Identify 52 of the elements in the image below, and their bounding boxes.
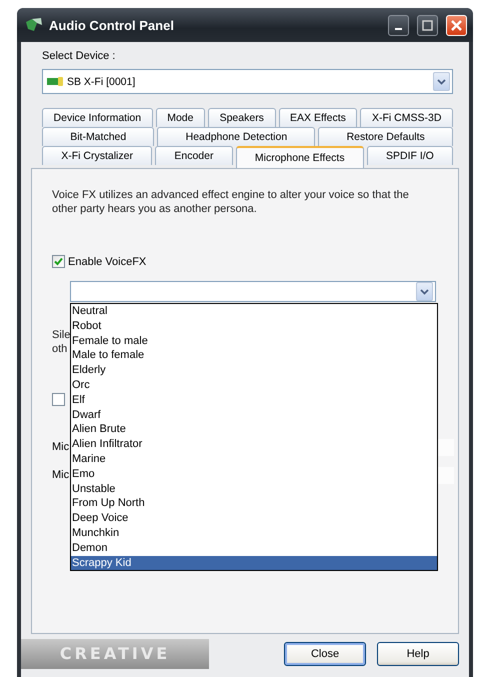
list-option[interactable]: Robot: [71, 318, 437, 334]
close-button[interactable]: [446, 14, 467, 36]
dialog-button[interactable]: Close: [284, 642, 366, 666]
list-option[interactable]: Demon: [71, 540, 437, 556]
list-option[interactable]: Elderly: [71, 363, 437, 378]
list-option[interactable]: Orc: [71, 378, 437, 393]
list-option[interactable]: Unstable: [71, 482, 437, 496]
list-option[interactable]: Deep Voice: [71, 511, 437, 526]
tab[interactable]: Restore Defaults: [318, 127, 453, 146]
label-text: Mic: [52, 469, 70, 481]
tab[interactable]: Encoder: [155, 146, 233, 165]
list-option[interactable]: Scrappy Kid: [71, 556, 437, 570]
list-option[interactable]: Munchkin: [71, 526, 437, 541]
minimize-button[interactable]: [388, 14, 409, 36]
list-option[interactable]: Alien Infiltrator: [71, 437, 437, 452]
list-option[interactable]: Neutral: [71, 304, 437, 319]
brand-logo: CREATIVE: [21, 638, 209, 668]
tab[interactable]: Microphone Effects: [236, 146, 364, 168]
tab[interactable]: Speakers: [208, 108, 276, 127]
tab[interactable]: Mode: [156, 108, 206, 127]
checkbox[interactable]: [52, 255, 65, 268]
checkbox-label: Enable VoiceFX: [68, 256, 146, 268]
label-text: Sile: [52, 328, 70, 342]
tab[interactable]: Device Information: [42, 108, 153, 127]
label-text: oth: [52, 342, 68, 356]
field-label: Select Device :: [41, 50, 116, 62]
tab[interactable]: X-Fi CMSS-3D: [360, 108, 453, 127]
tab[interactable]: Bit-Matched: [42, 127, 154, 146]
tab[interactable]: Headphone Detection: [157, 127, 316, 146]
label-text: Mic: [52, 441, 70, 453]
checkbox[interactable]: [52, 393, 65, 406]
list-option[interactable]: Elf: [71, 392, 437, 408]
sound-card-icon: [47, 76, 63, 86]
description-text: Voice FX utilizes an advanced effect engine to alter your voice so that the other party hears you as another persona.: [52, 189, 410, 216]
tab[interactable]: SPDIF I/O: [366, 146, 454, 165]
device-dropdown[interactable]: SB X-Fi [0001]: [42, 69, 453, 94]
minimize-icon: [395, 28, 402, 30]
list-option[interactable]: From Up North: [71, 496, 437, 512]
tab[interactable]: X-Fi Crystalizer: [42, 146, 152, 165]
list-option[interactable]: Emo: [71, 466, 437, 482]
tab[interactable]: EAX Effects: [278, 108, 358, 127]
maximize-icon: [422, 20, 433, 30]
list-option[interactable]: Male to female: [71, 348, 437, 364]
list-option[interactable]: Marine: [71, 452, 437, 467]
window-title: Audio Control Panel: [49, 18, 175, 32]
maximize-button[interactable]: [417, 14, 438, 36]
dialog-button[interactable]: Help: [377, 642, 459, 666]
list-option[interactable]: Dwarf: [71, 408, 437, 422]
device-value: SB X-Fi [0001]: [67, 76, 136, 88]
list-option[interactable]: Alien Brute: [71, 422, 437, 438]
list-option[interactable]: Female to male: [71, 334, 437, 348]
close-icon: [451, 20, 462, 30]
